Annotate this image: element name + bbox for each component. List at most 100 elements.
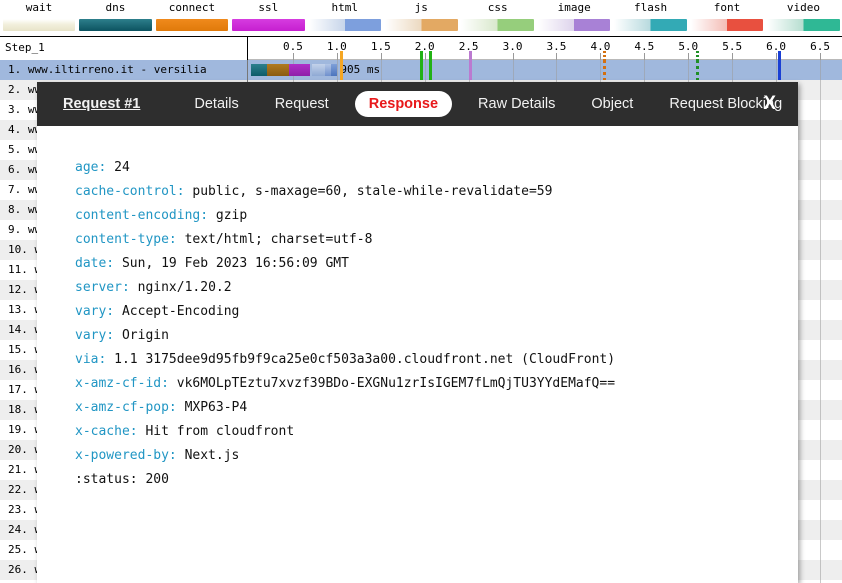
- timeline-gridline: [820, 60, 822, 80]
- ruler-event-marker: [428, 51, 432, 60]
- response-header-line: x-cache: Hit from cloudfront: [75, 420, 798, 444]
- timeline-gridline: [820, 320, 822, 340]
- legend-label-connect: connect: [168, 1, 216, 14]
- response-header-key: x-amz-cf-pop:: [75, 400, 177, 415]
- ruler-event-marker: [340, 51, 344, 60]
- request-detail-dialog: Request #1 Details Request Response Raw Deta…: [37, 82, 798, 583]
- row-event-marker: [420, 60, 424, 80]
- ruler-tick-label: 4.5: [634, 40, 655, 53]
- close-icon[interactable]: X: [755, 91, 784, 117]
- step-title: Step_1: [5, 41, 45, 54]
- timeline-ruler: Step_1 0.5 1.0 1.5 2.0 2.5 3.0 3.5 4.0 4.5 5.0 5.5…: [0, 36, 842, 60]
- tab-request-number[interactable]: Request #1: [59, 91, 150, 117]
- response-header-key: content-encoding:: [75, 208, 209, 223]
- timeline-gridline: [820, 280, 822, 300]
- tab-details[interactable]: Details: [184, 91, 248, 117]
- response-header-key: content-type:: [75, 232, 177, 247]
- legend-label-js: js: [414, 1, 428, 14]
- timeline-gridline: [820, 420, 822, 440]
- response-header-value: Origin: [114, 328, 169, 343]
- timeline-gridline: [820, 480, 822, 500]
- legend-label-video: video: [786, 1, 821, 14]
- response-header-line: vary: Accept-Encoding: [75, 300, 798, 324]
- response-header-key: date:: [75, 256, 115, 271]
- response-header-line: x-amz-cf-pop: MXP63-P4: [75, 396, 798, 420]
- legend-swatch-video: [767, 19, 840, 31]
- legend-item-font: font: [690, 0, 764, 31]
- legend-item-ssl: ssl: [232, 0, 305, 31]
- response-header-value: 1.1 3175dee9d95fb9f9ca25e0cf503a3a00.clo…: [106, 352, 616, 367]
- tab-object[interactable]: Object: [581, 91, 643, 117]
- row-timeline-track[interactable]: 905 ms: [249, 60, 842, 80]
- timeline-gridline: [820, 380, 822, 400]
- legend-item-wait: wait: [2, 0, 76, 31]
- legend-swatch-font: [690, 19, 764, 31]
- response-header-value: vk6MOLpTEztu7xvzf39BDo-EXGNu1zrIsIGEM7fL…: [168, 376, 616, 391]
- response-header-value: 24: [106, 160, 130, 175]
- timeline-gridline: [732, 60, 734, 80]
- ruler-tick-mark: [644, 53, 646, 60]
- response-header-value: Accept-Encoding: [114, 304, 240, 319]
- response-header-value: Hit from cloudfront: [137, 424, 295, 439]
- legend-label-dns: dns: [105, 1, 126, 14]
- tab-response[interactable]: Response: [354, 91, 453, 117]
- waterfall-segment-ssl: [289, 64, 311, 76]
- legend-label-wait: wait: [25, 1, 53, 14]
- response-header-line: server: nginx/1.20.2: [75, 276, 798, 300]
- response-header-value: public, s-maxage=60, stale-while-revalid…: [184, 184, 553, 199]
- table-row[interactable]: 1. www.iltirreno.it - versilia 905 ms: [0, 60, 842, 80]
- response-header-value: nginx/1.20.2: [129, 280, 232, 295]
- timeline-gridline: [820, 500, 822, 520]
- legend-swatch-image: [537, 19, 611, 31]
- timeline-gridline: [820, 520, 822, 540]
- response-header-key: x-powered-by:: [75, 448, 177, 463]
- legend-swatch-ssl: [232, 19, 305, 31]
- timeline-gridline: [336, 60, 338, 80]
- ruler-tick-mark: [292, 53, 294, 60]
- timeline-gridline: [688, 60, 690, 80]
- ruler-event-marker: [420, 51, 424, 60]
- timeline-gridline: [820, 100, 822, 120]
- resource-type-legend: wait dns connect ssl html js css image flash font…: [0, 0, 842, 36]
- response-header-value: 200: [137, 472, 169, 487]
- ruler-left-header: Step_1: [0, 37, 248, 60]
- response-header-line: x-powered-by: Next.js: [75, 444, 798, 468]
- response-header-key: server:: [75, 280, 130, 295]
- ruler-tick-label: 6.5: [810, 40, 830, 53]
- ruler-tick-label: 0.5: [282, 40, 303, 53]
- legend-swatch-dns: [79, 19, 152, 31]
- response-header-line: age: 24: [75, 156, 798, 180]
- legend-item-connect: connect: [155, 0, 229, 31]
- timeline-gridline: [424, 60, 426, 80]
- response-header-line: vary: Origin: [75, 324, 798, 348]
- legend-label-image: image: [557, 1, 591, 14]
- legend-swatch-html: [308, 19, 382, 31]
- legend-item-js: js: [384, 0, 458, 31]
- tab-request[interactable]: Request: [265, 91, 339, 117]
- response-header-line: date: Sun, 19 Feb 2023 16:56:09 GMT: [75, 252, 798, 276]
- legend-label-html: html: [331, 1, 359, 14]
- timeline-gridline: [380, 60, 382, 80]
- legend-swatch-wait: [2, 19, 76, 31]
- timeline-gridline: [820, 260, 822, 280]
- ruler-tick-label: 1.0: [326, 40, 347, 53]
- response-header-value: MXP63-P4: [176, 400, 248, 415]
- response-header-value: Next.js: [176, 448, 240, 463]
- timeline-gridline: [820, 540, 822, 560]
- response-header-key: :status:: [75, 472, 138, 487]
- timeline-gridline: [512, 60, 514, 80]
- legend-swatch-connect: [155, 19, 229, 31]
- row-event-marker: [696, 60, 700, 80]
- row-label: 1. www.iltirreno.it - versilia: [0, 60, 248, 80]
- legend-item-image: image: [537, 0, 611, 31]
- response-header-value: gzip: [208, 208, 248, 223]
- tab-raw-details[interactable]: Raw Details: [468, 91, 565, 117]
- ruler-tick-mark: [512, 53, 514, 60]
- legend-item-video: video: [767, 0, 840, 31]
- timeline-gridline: [820, 560, 822, 580]
- ruler-event-marker: [696, 51, 700, 60]
- ruler-tick-label: 3.5: [546, 40, 567, 53]
- response-header-value: Sun, 19 Feb 2023 16:56:09 GMT: [114, 256, 349, 271]
- waterfall-segment-dns: [250, 64, 268, 76]
- ruler-tick-mark: [820, 53, 822, 60]
